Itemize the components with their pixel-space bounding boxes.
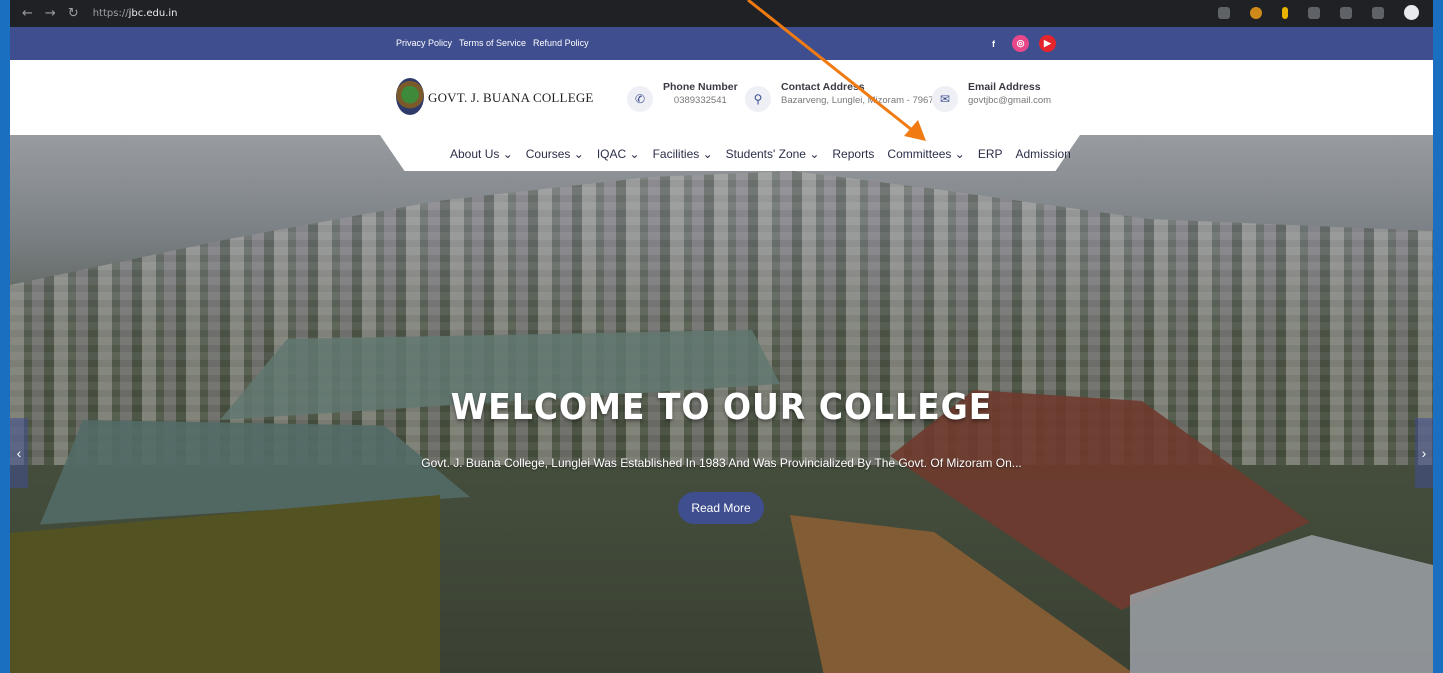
site-header: GOVT. J. BUANA COLLEGE ✆ Phone Number 03… — [10, 60, 1433, 135]
extension-icon[interactable] — [1218, 6, 1230, 19]
nav-item-erp[interactable]: ERP — [978, 147, 1003, 161]
terms-of-service-link[interactable]: Terms of Service — [459, 38, 526, 48]
slider-next-button[interactable]: › — [1415, 418, 1433, 488]
hero-subtitle: Govt. J. Buana College, Lunglei Was Esta… — [421, 456, 1022, 470]
social-links: f ◎ ▶ — [985, 35, 1056, 52]
top-info-bar: Privacy Policy Terms of Service Refund P… — [10, 27, 1433, 60]
phone-info: ✆ Phone Number 0389332541 — [627, 81, 738, 112]
main-navigation: About Us ⌄ Courses ⌄ IQAC ⌄ Facilities ⌄… — [380, 135, 1080, 171]
policy-links: Privacy Policy Terms of Service Refund P… — [396, 38, 589, 48]
youtube-icon[interactable]: ▶ — [1039, 35, 1056, 52]
address-bar[interactable]: https://jbc.edu.in — [93, 8, 178, 19]
nav-item-about-us[interactable]: About Us ⌄ — [450, 147, 513, 161]
profile-avatar-icon[interactable] — [1404, 5, 1419, 20]
facebook-icon[interactable]: f — [985, 35, 1002, 52]
url-host: jbc.edu.in — [128, 8, 178, 19]
college-name[interactable]: GOVT. J. BUANA COLLEGE — [428, 90, 594, 106]
email-value[interactable]: govtjbc@gmail.com — [968, 95, 1051, 106]
extension-icon[interactable] — [1250, 6, 1262, 19]
nav-item-admission[interactable]: Admission — [1016, 147, 1071, 161]
hero-title: WELCOME TO OUR COLLEGE — [450, 387, 993, 428]
reload-icon[interactable]: ↻ — [68, 6, 79, 21]
url-prefix: https:// — [92, 8, 129, 19]
instagram-icon[interactable]: ◎ — [1012, 35, 1029, 52]
browser-toolbar: ← → ↻ https://jbc.edu.in — [10, 0, 1433, 27]
extension-icon[interactable] — [1282, 6, 1288, 19]
nav-item-committees[interactable]: Committees ⌄ — [887, 147, 964, 161]
extensions-puzzle-icon[interactable] — [1308, 6, 1320, 19]
nav-item-courses[interactable]: Courses ⌄ — [526, 147, 584, 161]
nav-item-facilities[interactable]: Facilities ⌄ — [653, 147, 713, 161]
phone-title: Phone Number — [663, 81, 738, 93]
location-pin-icon: ⚲ — [745, 86, 771, 112]
address-title: Contact Address — [781, 81, 865, 93]
page: ← → ↻ https://jbc.edu.in Privacy Policy … — [10, 0, 1433, 673]
address-info: ⚲ Contact Address Bazarveng, Lunglei, Mi… — [745, 81, 944, 112]
nav-item-iqac[interactable]: IQAC ⌄ — [597, 147, 640, 161]
collections-icon[interactable] — [1372, 6, 1384, 19]
envelope-icon: ✉ — [932, 86, 958, 112]
phone-value[interactable]: 0389332541 — [663, 95, 738, 106]
favorites-icon[interactable] — [1340, 6, 1352, 19]
refund-policy-link[interactable]: Refund Policy — [533, 38, 589, 48]
college-logo[interactable] — [396, 78, 424, 115]
phone-icon: ✆ — [627, 86, 653, 112]
read-more-button[interactable]: Read More — [678, 492, 764, 524]
privacy-policy-link[interactable]: Privacy Policy — [396, 38, 452, 48]
email-info: ✉ Email Address govtjbc@gmail.com — [932, 81, 1051, 112]
hero-banner: WELCOME TO OUR COLLEGE Govt. J. Buana Co… — [10, 135, 1433, 673]
address-value: Bazarveng, Lunglei, Mizoram - 796701 — [781, 95, 945, 106]
back-arrow-icon[interactable]: ← — [22, 6, 33, 21]
nav-menu: About Us ⌄ Courses ⌄ IQAC ⌄ Facilities ⌄… — [450, 147, 1071, 161]
forward-arrow-icon[interactable]: → — [45, 6, 56, 21]
extensions-area — [1218, 5, 1419, 20]
slider-prev-button[interactable]: ‹ — [10, 418, 28, 488]
email-title: Email Address — [968, 81, 1041, 93]
nav-item-reports[interactable]: Reports — [832, 147, 874, 161]
nav-item-students-zone[interactable]: Students' Zone ⌄ — [726, 147, 820, 161]
